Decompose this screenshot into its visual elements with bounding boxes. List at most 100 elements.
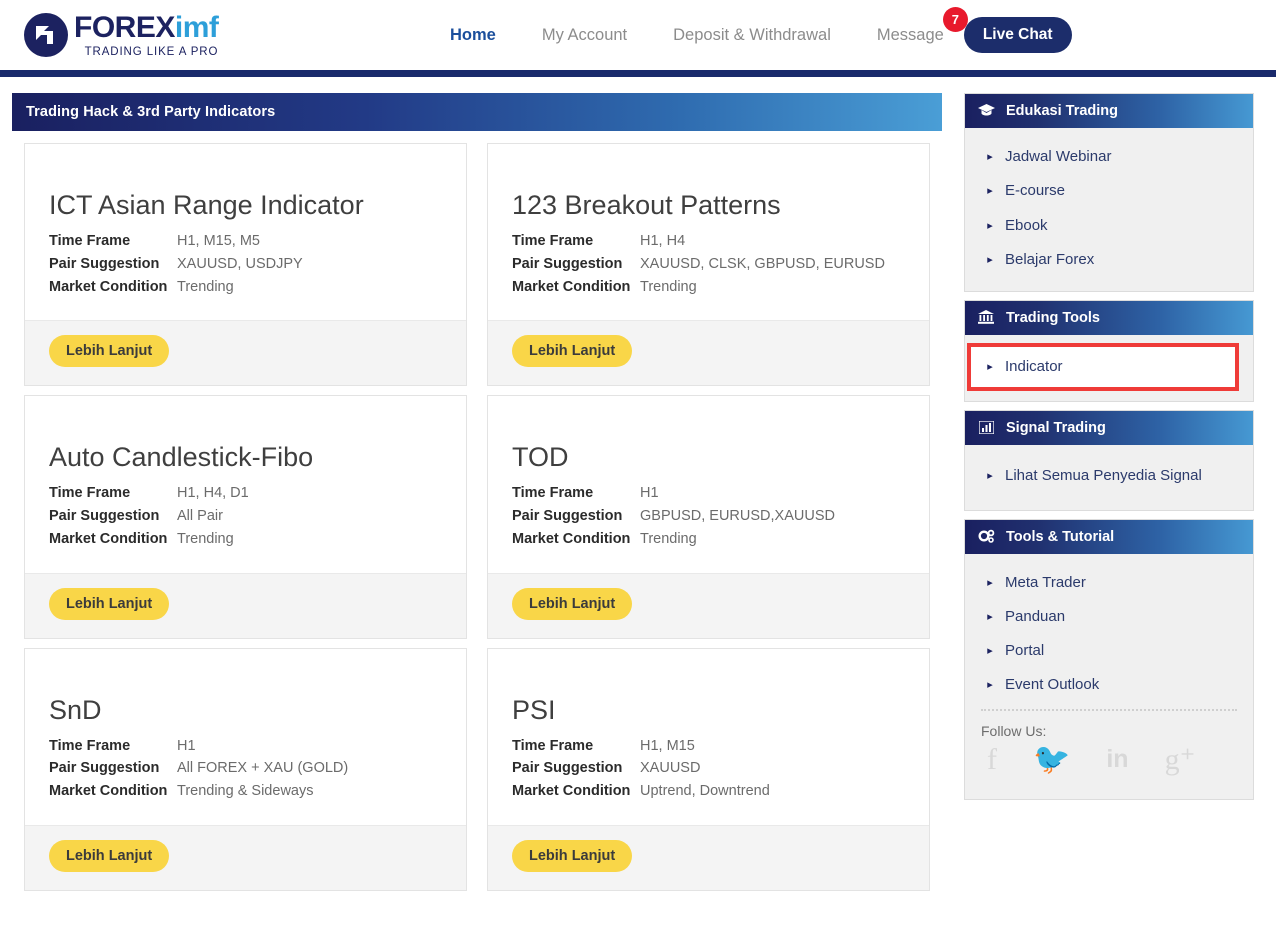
sidebar-item-ebook[interactable]: ▸ Ebook: [965, 209, 1253, 243]
card-title: TOD: [512, 442, 569, 473]
sidebar-item-meta-trader[interactable]: ▸ Meta Trader: [965, 566, 1253, 600]
spec-label: Time Frame: [512, 485, 594, 502]
sidebar-box-edukasi-trading: Edukasi Trading ▸ Jadwal Webinar ▸ E-cou…: [964, 93, 1254, 292]
sidebar-item-label: E-course: [1005, 182, 1066, 200]
lebih-lanjut-button[interactable]: Lebih Lanjut: [49, 839, 170, 872]
card-footer: Lebih Lanjut: [25, 824, 466, 890]
card-footer: Lebih Lanjut: [25, 572, 466, 638]
card-title: SnD: [49, 694, 102, 725]
facebook-icon[interactable]: f: [987, 744, 997, 775]
card-spec-market-condition: Market Condition Trending & Sideways: [49, 780, 442, 803]
spec-label: Market Condition: [512, 783, 631, 800]
spec-value: XAUUSD, USDJPY: [177, 255, 303, 272]
spec-label: Pair Suggestion: [49, 508, 160, 525]
logo-name-bold: FOREX: [74, 10, 175, 44]
logo-name-light: imf: [174, 10, 219, 44]
spec-value: H1, H4, D1: [177, 485, 249, 502]
card-spec-pair-suggestion: Pair Suggestion All Pair: [49, 505, 442, 528]
spec-value: H1: [640, 485, 659, 502]
spec-value: Uptrend, Downtrend: [640, 783, 770, 800]
sidebar-item-jadwal-webinar[interactable]: ▸ Jadwal Webinar: [965, 140, 1253, 174]
bank-icon: [977, 310, 995, 326]
sidebar-box-tools-tutorial: Tools & Tutorial ▸ Meta Trader ▸ Panduan…: [964, 518, 1254, 800]
spec-label: Pair Suggestion: [512, 508, 623, 525]
card-spec-time-frame: Time Frame H1: [49, 735, 442, 758]
spec-value: Trending: [177, 530, 234, 547]
card-spec-time-frame: Time Frame H1, H4: [512, 230, 905, 253]
google-plus-icon[interactable]: g⁺: [1165, 744, 1196, 775]
indicator-card[interactable]: PSI Time Frame H1, M15 Pair Suggestion X…: [487, 647, 930, 891]
card-spec-market-condition: Market Condition Trending: [49, 276, 442, 299]
spec-value: Trending: [177, 278, 234, 295]
spec-label: Market Condition: [49, 530, 168, 547]
lebih-lanjut-button[interactable]: Lebih Lanjut: [512, 335, 633, 368]
spec-value: XAUUSD, CLSK, GBPUSD, EURUSD: [640, 255, 885, 272]
nav-item-message[interactable]: Message 7: [877, 6, 968, 45]
sidebar-box-title: Trading Tools: [1006, 310, 1100, 326]
card-footer: Lebih Lanjut: [488, 824, 929, 890]
graduation-cap-icon: [977, 103, 995, 119]
sidebar-item-indicator[interactable]: ▸ Indicator: [967, 342, 1239, 392]
sidebar-box-header: Tools & Tutorial: [965, 519, 1253, 554]
spec-label: Time Frame: [49, 737, 131, 754]
lebih-lanjut-button[interactable]: Lebih Lanjut: [512, 839, 633, 872]
spec-label: Market Condition: [49, 783, 168, 800]
card-spec-time-frame: Time Frame H1, M15: [512, 735, 905, 758]
indicator-card[interactable]: 123 Breakout Patterns Time Frame H1, H4 …: [487, 143, 930, 387]
sidebar-item-label: Panduan: [1005, 607, 1066, 625]
bar-chart-icon: [977, 420, 995, 436]
indicator-card-grid: ICT Asian Range Indicator Time Frame H1,…: [24, 143, 930, 891]
sidebar-item-event-outlook[interactable]: ▸ Event Outlook: [965, 668, 1253, 702]
sidebar-box-trading-tools: Trading Tools ▸ Indicator: [964, 300, 1254, 403]
live-chat-button[interactable]: Live Chat: [963, 17, 1072, 53]
chevron-right-icon: ▸: [987, 151, 993, 163]
sidebar-item-belajar-forex[interactable]: ▸ Belajar Forex: [965, 243, 1253, 277]
nav-item-home[interactable]: Home: [450, 26, 496, 45]
sidebar-box-signal-trading: Signal Trading ▸ Lihat Semua Penyedia Si…: [964, 410, 1254, 511]
card-spec-market-condition: Market Condition Trending: [512, 276, 905, 299]
indicator-card[interactable]: TOD Time Frame H1 Pair Suggestion GBPUSD…: [487, 395, 930, 639]
logo-text: FOREXimf TRADING LIKE A PRO: [74, 10, 219, 58]
card-title: ICT Asian Range Indicator: [49, 190, 364, 220]
spec-label: Time Frame: [512, 737, 594, 754]
card-spec-pair-suggestion: Pair Suggestion XAUUSD, CLSK, GBPUSD, EU…: [512, 253, 905, 276]
spec-label: Pair Suggestion: [512, 760, 623, 777]
indicator-card[interactable]: SnD Time Frame H1 Pair Suggestion All FO…: [24, 647, 467, 891]
sidebar-box-title: Edukasi Trading: [1006, 103, 1118, 119]
sidebar-item-label: Event Outlook: [1005, 676, 1100, 694]
card-title: PSI: [512, 694, 556, 725]
spec-value: All Pair: [177, 508, 223, 525]
lebih-lanjut-button[interactable]: Lebih Lanjut: [49, 335, 170, 368]
site-logo[interactable]: FOREXimf TRADING LIKE A PRO: [24, 10, 219, 58]
main-content: Trading Hack & 3rd Party Indicators ICT …: [12, 93, 942, 909]
spec-value: XAUUSD: [640, 760, 701, 777]
lebih-lanjut-button[interactable]: Lebih Lanjut: [512, 587, 633, 620]
card-content: SnD Time Frame H1 Pair Suggestion All FO…: [25, 649, 466, 825]
indicator-card[interactable]: ICT Asian Range Indicator Time Frame H1,…: [24, 143, 467, 387]
main-nav: Home My Account Deposit & Withdrawal Mes…: [450, 0, 1072, 70]
card-content: Auto Candlestick-Fibo Time Frame H1, H4,…: [25, 396, 466, 572]
sidebar: Edukasi Trading ▸ Jadwal Webinar ▸ E-cou…: [964, 93, 1254, 808]
twitter-icon[interactable]: 🐦: [1033, 744, 1070, 775]
spec-label: Time Frame: [512, 233, 594, 250]
nav-item-my-account[interactable]: My Account: [542, 26, 627, 45]
page-body: Trading Hack & 3rd Party Indicators ICT …: [0, 77, 1276, 909]
sidebar-item-lihat-semua-penyedia-signal[interactable]: ▸ Lihat Semua Penyedia Signal: [965, 457, 1253, 495]
card-spec-time-frame: Time Frame H1: [512, 482, 905, 505]
chevron-right-icon: ▸: [987, 679, 993, 692]
sidebar-item-portal[interactable]: ▸ Portal: [965, 634, 1253, 668]
sidebar-item-panduan[interactable]: ▸ Panduan: [965, 600, 1253, 634]
card-content: ICT Asian Range Indicator Time Frame H1,…: [25, 144, 466, 320]
nav-item-deposit-withdrawal[interactable]: Deposit & Withdrawal: [673, 26, 831, 45]
linkedin-icon[interactable]: in: [1106, 747, 1128, 772]
sidebar-item-e-course[interactable]: ▸ E-course: [965, 174, 1253, 208]
spec-value: H1, M15: [640, 737, 695, 754]
spec-label: Market Condition: [49, 278, 168, 295]
sidebar-box-header: Edukasi Trading: [965, 94, 1253, 128]
card-spec-pair-suggestion: Pair Suggestion XAUUSD: [512, 757, 905, 780]
sidebar-item-label: Jadwal Webinar: [1005, 148, 1112, 165]
lebih-lanjut-button[interactable]: Lebih Lanjut: [49, 587, 170, 620]
spec-value: Trending: [640, 530, 697, 547]
chevron-right-icon: ▸: [987, 645, 993, 657]
indicator-card[interactable]: Auto Candlestick-Fibo Time Frame H1, H4,…: [24, 395, 467, 639]
